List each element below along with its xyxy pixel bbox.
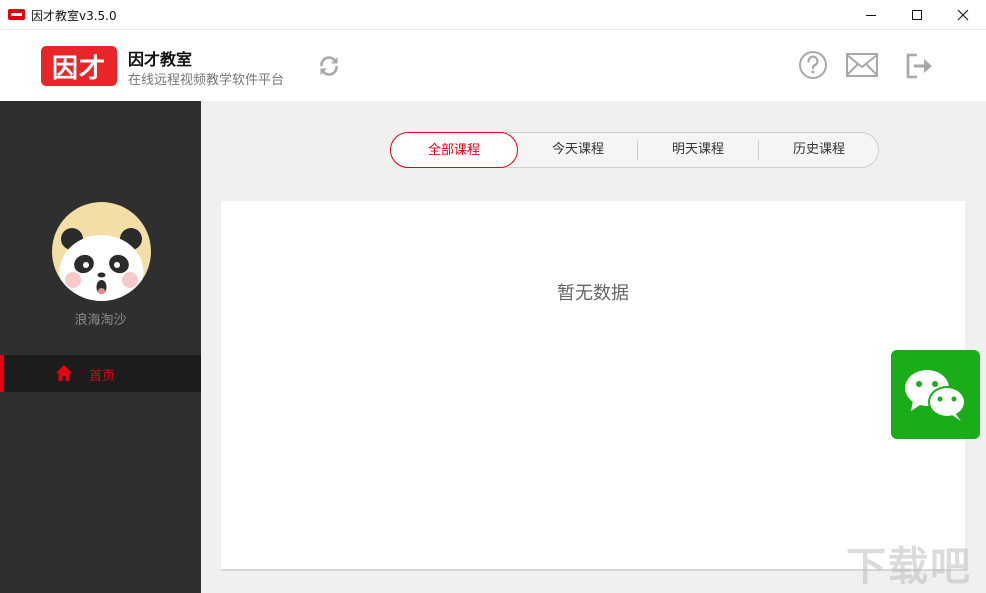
mail-icon <box>846 53 878 77</box>
logout-icon <box>906 53 932 79</box>
course-tabs: 全部课程 今天课程 明天课程 历史课程 <box>390 132 879 168</box>
refresh-icon <box>320 56 338 76</box>
brand-logo: 因才 <box>41 46 117 86</box>
empty-state-text: 暂无数据 <box>557 283 629 304</box>
help-icon <box>799 51 827 79</box>
sidebar: 浪海淘沙 首页 <box>0 101 201 593</box>
maximize-icon <box>912 10 922 20</box>
tab-today-courses[interactable]: 今天课程 <box>518 133 638 167</box>
app-icon <box>8 9 25 20</box>
app-header: 因才 因才教室 在线远程视频教学软件平台 <box>0 31 986 101</box>
tab-history-courses[interactable]: 历史课程 <box>759 133 879 167</box>
maximize-button[interactable] <box>894 0 940 30</box>
window-title: 因才教室v3.5.0 <box>31 9 117 23</box>
sidebar-item-home[interactable]: 首页 <box>0 355 201 392</box>
course-list-panel <box>221 201 965 571</box>
refresh-button[interactable] <box>316 53 342 79</box>
tab-all-courses[interactable]: 全部课程 <box>390 132 518 168</box>
minimize-icon <box>866 15 876 16</box>
title-bar: 因才教室v3.5.0 <box>0 0 986 30</box>
username: 浪海淘沙 <box>74 313 127 328</box>
logout-button[interactable] <box>904 52 934 80</box>
help-button[interactable] <box>797 49 829 81</box>
wechat-button[interactable] <box>891 350 980 439</box>
sidebar-item-label: 首页 <box>89 369 116 384</box>
avatar[interactable] <box>52 202 151 301</box>
watermark: 下载吧 <box>846 544 972 590</box>
minimize-button[interactable] <box>848 0 894 30</box>
close-icon <box>957 9 969 21</box>
wechat-icon <box>904 369 966 421</box>
brand-name: 因才教室 <box>128 50 193 69</box>
close-button[interactable] <box>940 0 986 30</box>
tab-tomorrow-courses[interactable]: 明天课程 <box>638 133 758 167</box>
home-icon <box>56 365 72 381</box>
mail-button[interactable] <box>845 51 879 79</box>
panda-avatar-icon <box>52 202 151 301</box>
main-panel: 全部课程 今天课程 明天课程 历史课程 暂无数据 <box>201 101 986 593</box>
brand-tagline: 在线远程视频教学软件平台 <box>128 73 285 88</box>
